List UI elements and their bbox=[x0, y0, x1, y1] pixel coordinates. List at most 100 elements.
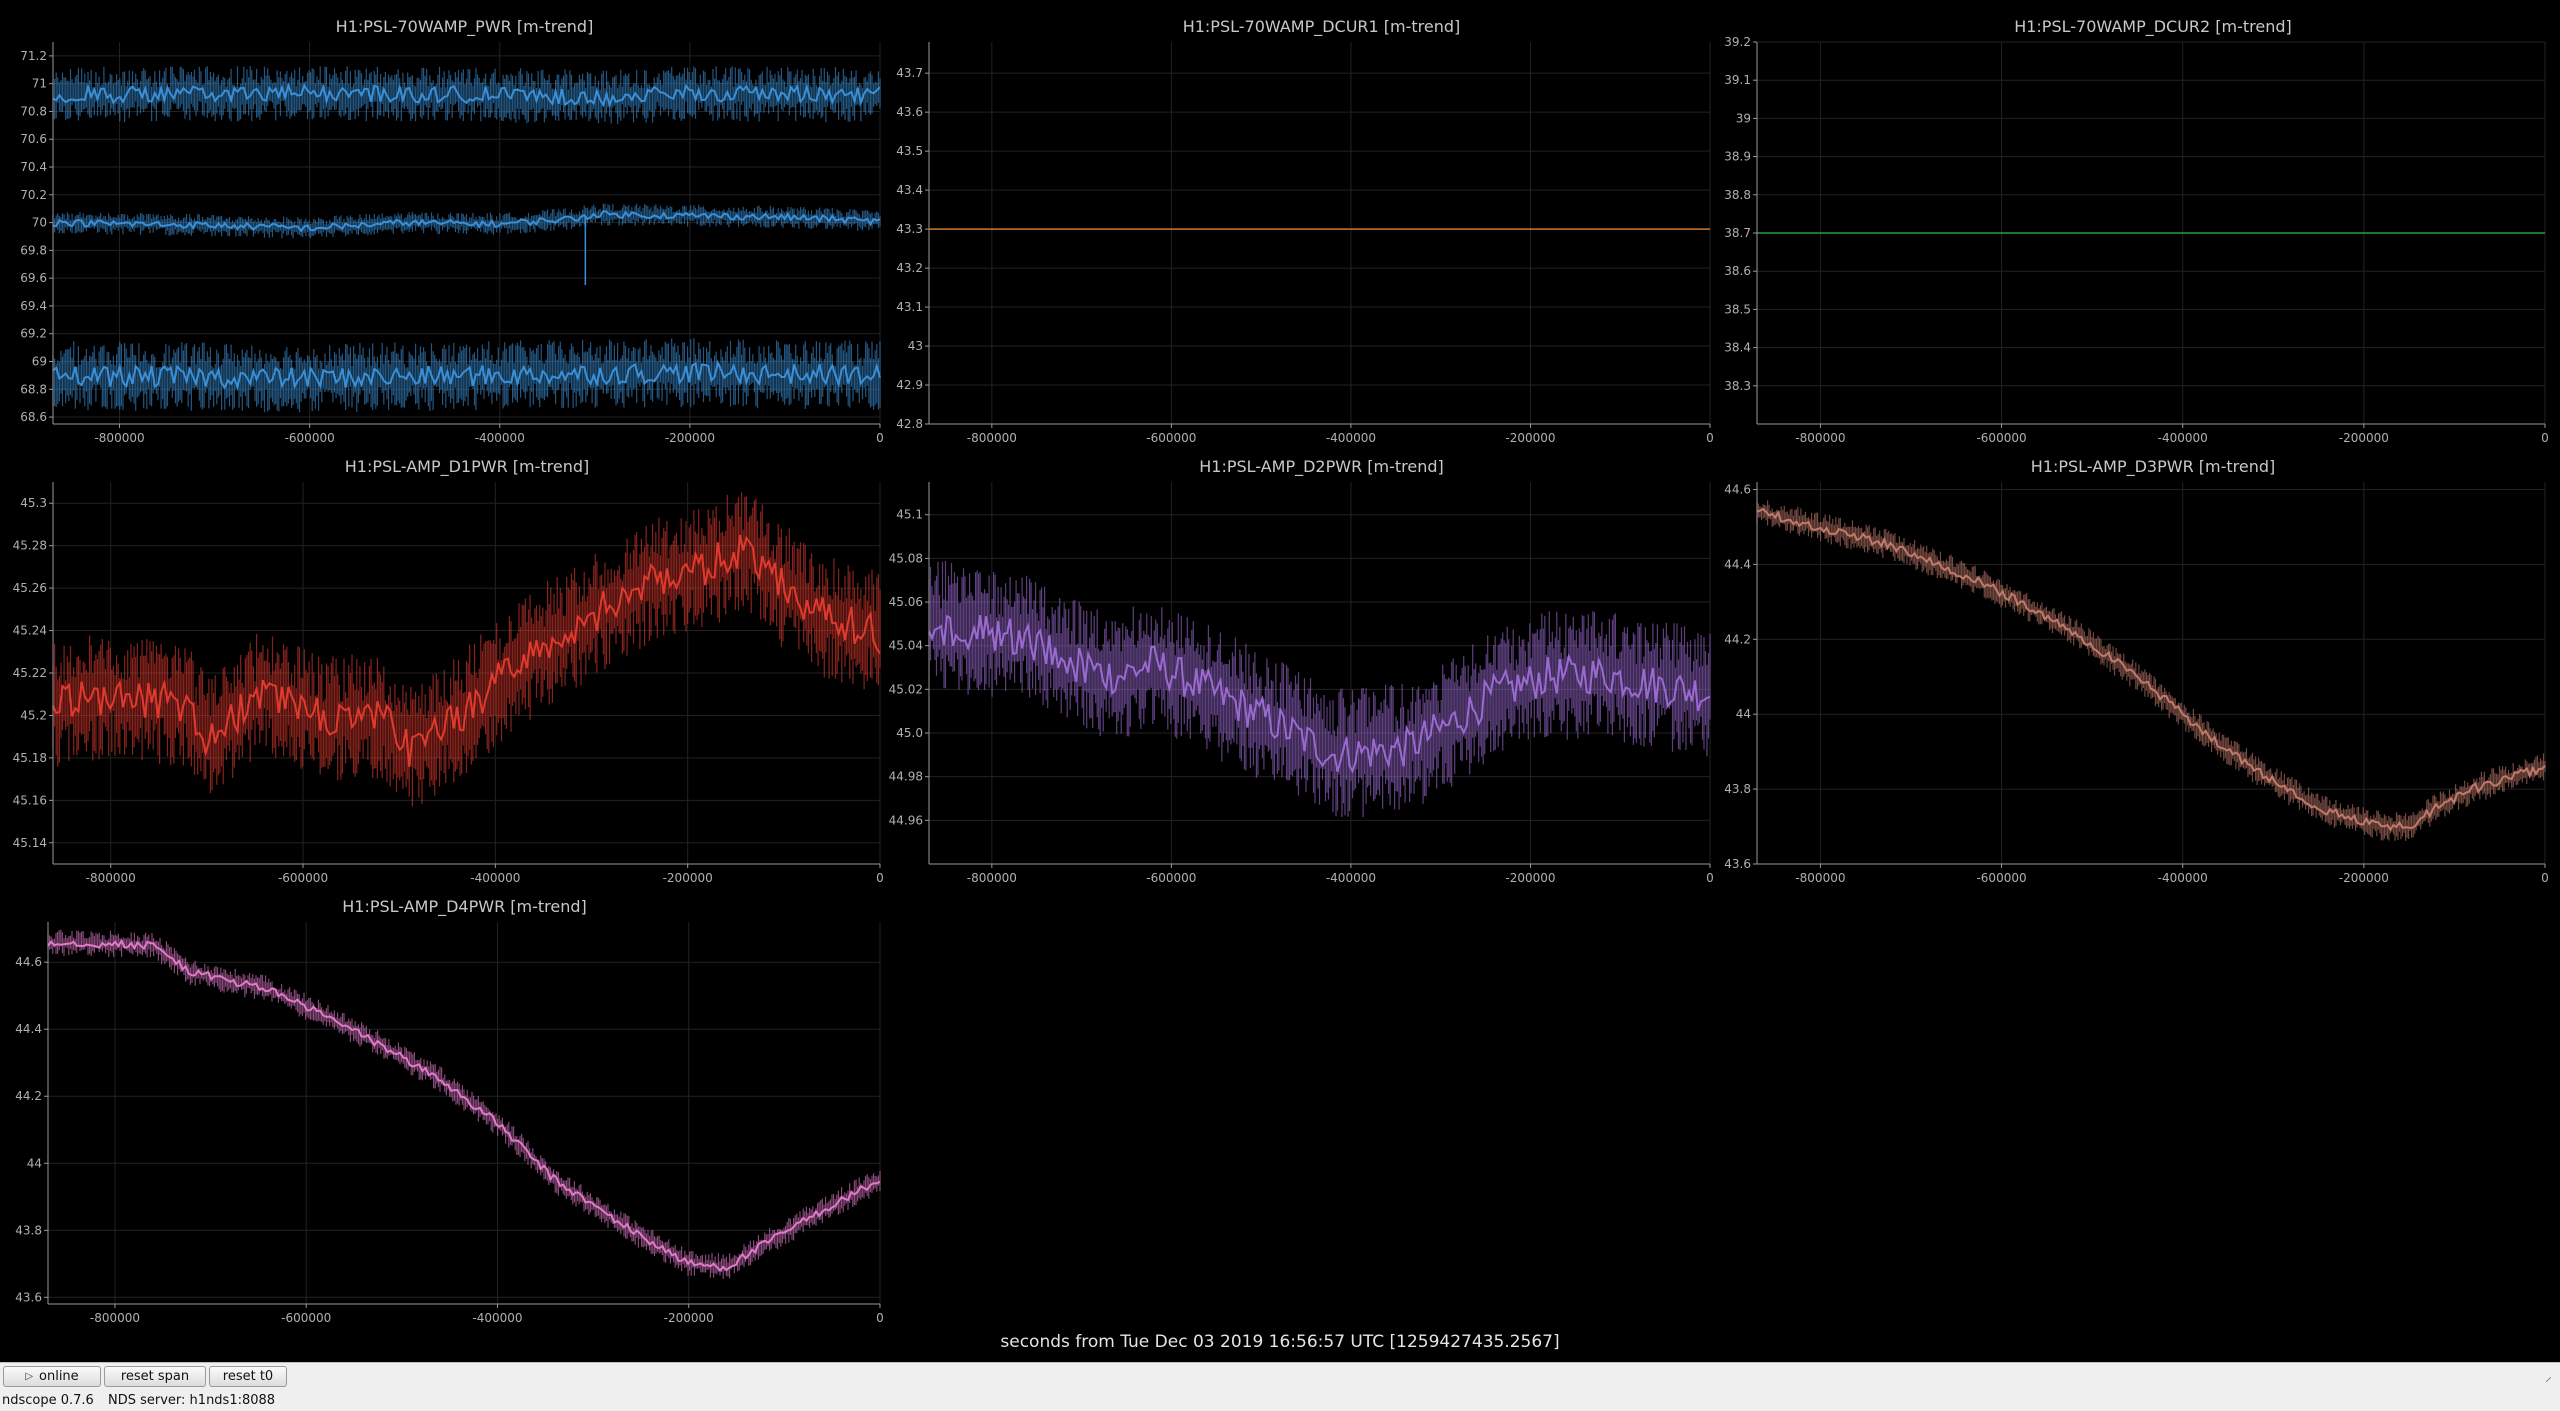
reset-span-button[interactable]: reset span bbox=[104, 1366, 206, 1387]
y-tick-label: 43.6 bbox=[1724, 857, 1751, 871]
y-tick-label: 39.2 bbox=[1724, 35, 1751, 49]
series-min bbox=[52, 338, 881, 413]
y-tick-label: 43.6 bbox=[896, 105, 923, 119]
x-tick-label: 0 bbox=[2541, 871, 2549, 885]
y-tick-label: 44.2 bbox=[15, 1089, 42, 1103]
online-button[interactable]: ▷ online bbox=[3, 1366, 101, 1387]
y-tick-label: 39.1 bbox=[1724, 73, 1751, 87]
play-icon: ▷ bbox=[25, 1371, 34, 1382]
plot-d4pwr[interactable]: 43.6 43.8 44 44.2 44.4 44.6 -800000 -600000 -400… bbox=[0, 910, 900, 1340]
y-tick-label: 45.0 bbox=[896, 726, 923, 740]
y-tick-label: 43 bbox=[908, 339, 923, 353]
y-tick-label: 44.96 bbox=[889, 813, 923, 827]
x-tick-label: -600000 bbox=[1146, 871, 1196, 885]
x-tick-label: -400000 bbox=[2158, 431, 2208, 445]
x-tick-label: -200000 bbox=[663, 871, 713, 885]
y-tick-label: 44.2 bbox=[1724, 632, 1751, 646]
y-tick-label: 43.5 bbox=[896, 144, 923, 158]
plot-pwr[interactable]: 68.6 68.8 69 69.2 69.4 69.6 69.8 70 70.2 70.4 70.6… bbox=[0, 30, 900, 460]
x-tick-label: -400000 bbox=[472, 1311, 522, 1325]
x-tick-label: 0 bbox=[2541, 431, 2549, 445]
y-tick-label: 45.22 bbox=[13, 666, 47, 680]
y-tick-label: 38.3 bbox=[1724, 379, 1751, 393]
y-tick-label: 44.98 bbox=[889, 770, 923, 784]
plot-d3pwr[interactable]: 43.6 43.8 44 44.2 44.4 44.6 -800000 -600000 -400… bbox=[1715, 470, 2555, 900]
x-tick-label: -800000 bbox=[86, 871, 136, 885]
y-tick-label: 45.1 bbox=[896, 508, 923, 522]
reset-t0-button[interactable]: reset t0 bbox=[209, 1366, 287, 1387]
y-tick-label: 45.06 bbox=[889, 595, 923, 609]
x-tick-label: -800000 bbox=[967, 871, 1017, 885]
y-tick-label: 69.4 bbox=[20, 299, 47, 313]
y-tick-label: 43.8 bbox=[1724, 782, 1751, 796]
resize-grip-icon[interactable]: ⸝ bbox=[2545, 1367, 2552, 1386]
x-tick-label: -200000 bbox=[1505, 871, 1555, 885]
x-tick-label: -400000 bbox=[470, 871, 520, 885]
envelope bbox=[52, 66, 881, 124]
plot-grid: H1:PSL-70WAMP_PWR [m-trend] H1:PSL-70WAM… bbox=[0, 0, 2560, 1362]
plot-d2pwr[interactable]: 44.96 44.98 45.0 45.02 45.04 45.06 45.08 45.1 -8… bbox=[880, 470, 1720, 900]
x-tick-label: -200000 bbox=[664, 1311, 714, 1325]
envelope bbox=[47, 929, 881, 1279]
y-tick-label: 38.6 bbox=[1724, 264, 1751, 278]
y-tick-label: 44.6 bbox=[15, 955, 42, 969]
y-tick-label: 44 bbox=[1736, 707, 1751, 721]
y-tick-label: 69 bbox=[32, 354, 47, 368]
y-tick-label: 69.6 bbox=[20, 271, 47, 285]
y-tick-label: 38.8 bbox=[1724, 188, 1751, 202]
control-bar: ▷ online reset span reset t0 ⸝ bbox=[0, 1362, 2560, 1391]
x-tick-label: -400000 bbox=[475, 431, 525, 445]
y-tick-label: 43.6 bbox=[15, 1290, 42, 1304]
y-tick-label: 44 bbox=[27, 1156, 42, 1170]
y-tick-label: 45.16 bbox=[13, 793, 47, 807]
y-tick-label: 44.6 bbox=[1724, 482, 1751, 496]
y-tick-label: 71.2 bbox=[20, 49, 47, 63]
y-tick-label: 45.18 bbox=[13, 751, 47, 765]
series-mean bbox=[47, 929, 881, 1279]
nds-server-label: NDS server: h1nds1:8088 bbox=[108, 1393, 276, 1408]
y-tick-label: 38.9 bbox=[1724, 150, 1751, 164]
y-tick-label: 38.5 bbox=[1724, 302, 1751, 316]
x-tick-label: -800000 bbox=[90, 1311, 140, 1325]
version-label: ndscope 0.7.6 bbox=[2, 1393, 94, 1408]
y-tick-label: 45.2 bbox=[20, 708, 47, 722]
y-tick-label: 45.26 bbox=[13, 581, 47, 595]
y-tick-label: 43.2 bbox=[896, 261, 923, 275]
y-tick-label: 68.6 bbox=[20, 410, 47, 424]
y-tick-label: 69.8 bbox=[20, 243, 47, 257]
x-tick-label: -600000 bbox=[1146, 431, 1196, 445]
plot-d1pwr[interactable]: 45.14 45.16 45.18 45.2 45.22 45.24 45.26 45.28 4… bbox=[0, 470, 900, 900]
series-mean bbox=[1756, 500, 2546, 841]
y-tick-label: 43.4 bbox=[896, 183, 923, 197]
y-tick-label: 43.8 bbox=[15, 1223, 42, 1237]
y-tick-label: 44.4 bbox=[1724, 557, 1751, 571]
x-tick-label: -600000 bbox=[278, 871, 328, 885]
x-tick-label: -200000 bbox=[2339, 871, 2389, 885]
y-tick-label: 45.3 bbox=[20, 496, 47, 510]
y-tick-label: 69.2 bbox=[20, 327, 47, 341]
x-tick-label: -400000 bbox=[1326, 431, 1376, 445]
x-tick-label: -400000 bbox=[2158, 871, 2208, 885]
plot-dcur1[interactable]: 42.8 42.9 43 43.1 43.2 43.3 43.4 43.5 43.6 43.7 -8… bbox=[880, 30, 1720, 460]
y-tick-label: 45.24 bbox=[13, 624, 47, 638]
time-axis-label: seconds from Tue Dec 03 2019 16:56:57 UT… bbox=[1000, 1332, 1560, 1352]
plot-dcur2[interactable]: 38.3 38.4 38.5 38.6 38.7 38.8 38.9 39 39.1 39.2 -8… bbox=[1715, 30, 2555, 460]
y-tick-label: 38.7 bbox=[1724, 226, 1751, 240]
x-tick-label: -200000 bbox=[665, 431, 715, 445]
y-tick-label: 71 bbox=[32, 77, 47, 91]
x-tick-label: -200000 bbox=[2339, 431, 2389, 445]
y-tick-label: 42.8 bbox=[896, 417, 923, 431]
envelope bbox=[52, 338, 881, 413]
x-tick-label: 0 bbox=[876, 1311, 884, 1325]
y-tick-label: 45.14 bbox=[13, 836, 47, 850]
status-bar: ndscope 0.7.6 NDS server: h1nds1:8088 bbox=[0, 1390, 2560, 1411]
y-tick-label: 43.7 bbox=[896, 66, 923, 80]
y-tick-label: 38.4 bbox=[1724, 341, 1751, 355]
y-tick-label: 70.4 bbox=[20, 160, 47, 174]
y-tick-label: 43.1 bbox=[896, 300, 923, 314]
envelope bbox=[52, 492, 881, 807]
y-tick-label: 68.8 bbox=[20, 382, 47, 396]
y-tick-label: 45.04 bbox=[889, 639, 923, 653]
x-tick-label: -600000 bbox=[285, 431, 335, 445]
x-tick-label: -600000 bbox=[281, 1311, 331, 1325]
